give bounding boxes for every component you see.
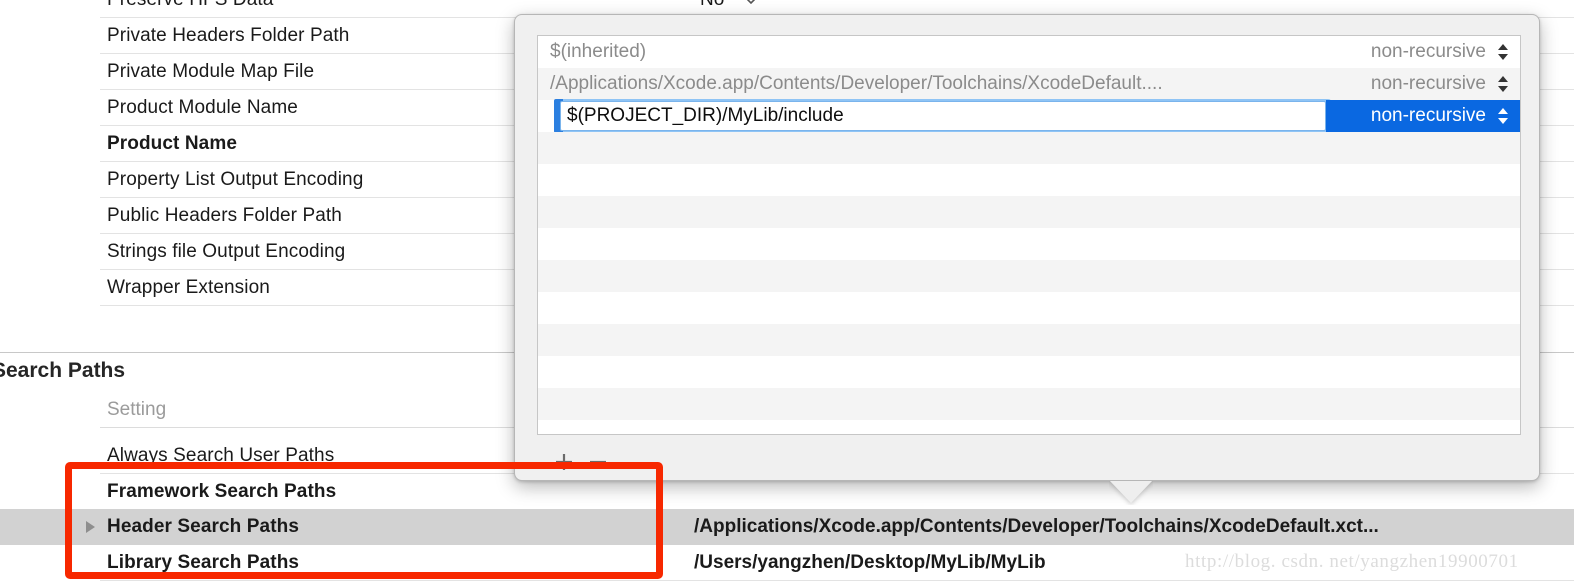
list-item-empty[interactable] <box>538 420 1520 434</box>
stepper-icon[interactable] <box>1496 105 1510 127</box>
list-item-empty[interactable] <box>538 260 1520 292</box>
list-item[interactable]: /Applications/Xcode.app/Contents/Develop… <box>538 68 1520 100</box>
recursion-value: non-recursive <box>1370 105 1486 126</box>
stepper-icon[interactable] <box>1496 41 1510 63</box>
setting-name: Wrapper Extension <box>107 277 270 298</box>
list-item-empty[interactable] <box>538 324 1520 356</box>
list-item-empty[interactable] <box>538 356 1520 388</box>
search-paths-popover: $(inherited) non-recursive /Applications… <box>514 14 1540 503</box>
setting-name: Library Search Paths <box>107 552 300 573</box>
path-input[interactable]: $(PROJECT_DIR)/MyLib/include <box>560 101 1326 131</box>
list-item-empty[interactable] <box>538 164 1520 196</box>
setting-name: Header Search Paths <box>107 516 299 537</box>
list-item-empty[interactable] <box>538 388 1520 420</box>
section-title: Search Paths <box>0 359 126 382</box>
path-text[interactable]: $(inherited) <box>550 36 1320 68</box>
list-item-empty[interactable] <box>538 132 1520 164</box>
xcode-build-settings-screenshot: Preserve HFS Data No Private Headers Fol… <box>0 0 1574 586</box>
popover-tail <box>1109 481 1153 505</box>
path-edit-container[interactable]: $(PROJECT_DIR)/MyLib/include <box>554 99 1332 133</box>
table-row-header-search-paths[interactable]: Header Search Paths /Applications/Xcode.… <box>0 509 1574 545</box>
search-paths-list[interactable]: $(inherited) non-recursive /Applications… <box>537 35 1521 435</box>
setting-value[interactable]: /Users/yangzhen/Desktop/MyLib/MyLib <box>694 552 1046 574</box>
recursion-value: non-recursive <box>1370 41 1486 62</box>
disclosure-triangle-icon[interactable] <box>86 521 95 533</box>
setting-name: Public Headers Folder Path <box>107 205 342 226</box>
column-header-label: Setting <box>107 399 167 420</box>
setting-name: Always Search User Paths <box>107 445 335 466</box>
remove-path-button[interactable] <box>581 447 615 477</box>
setting-name: Preserve HFS Data <box>107 0 273 11</box>
recursion-selector[interactable]: non-recursive <box>1326 100 1520 132</box>
setting-value[interactable]: /Applications/Xcode.app/Contents/Develop… <box>694 516 1379 538</box>
chevron-down-icon[interactable] <box>745 0 757 7</box>
setting-name: Strings file Output Encoding <box>107 241 346 262</box>
stepper-icon[interactable] <box>1496 73 1510 95</box>
list-item-empty[interactable] <box>538 196 1520 228</box>
path-text[interactable]: /Applications/Xcode.app/Contents/Develop… <box>550 68 1340 100</box>
recursion-selector[interactable]: non-recursive <box>1326 36 1520 68</box>
setting-value[interactable]: No <box>700 0 724 11</box>
recursion-selector[interactable]: non-recursive <box>1326 68 1520 100</box>
recursion-value: non-recursive <box>1370 73 1486 94</box>
list-item-empty[interactable] <box>538 228 1520 260</box>
setting-name: Private Headers Folder Path <box>107 25 350 46</box>
list-item[interactable]: $(inherited) non-recursive <box>538 36 1520 68</box>
row-separator <box>100 580 1574 581</box>
list-item-selected[interactable]: $(PROJECT_DIR)/MyLib/include non-recursi… <box>538 99 1520 133</box>
setting-name: Product Module Name <box>107 97 298 118</box>
setting-name: Property List Output Encoding <box>107 169 364 190</box>
watermark-url: http://blog. csdn. net/yangzhen19900701 <box>1185 551 1519 572</box>
popover-tail-triangle <box>1109 481 1153 503</box>
setting-name: Product Name <box>107 133 238 154</box>
setting-name: Private Module Map File <box>107 61 315 82</box>
add-path-button[interactable] <box>547 447 581 477</box>
list-item-empty[interactable] <box>538 292 1520 324</box>
list-edit-buttons <box>547 447 615 477</box>
setting-name: Framework Search Paths <box>107 481 337 502</box>
